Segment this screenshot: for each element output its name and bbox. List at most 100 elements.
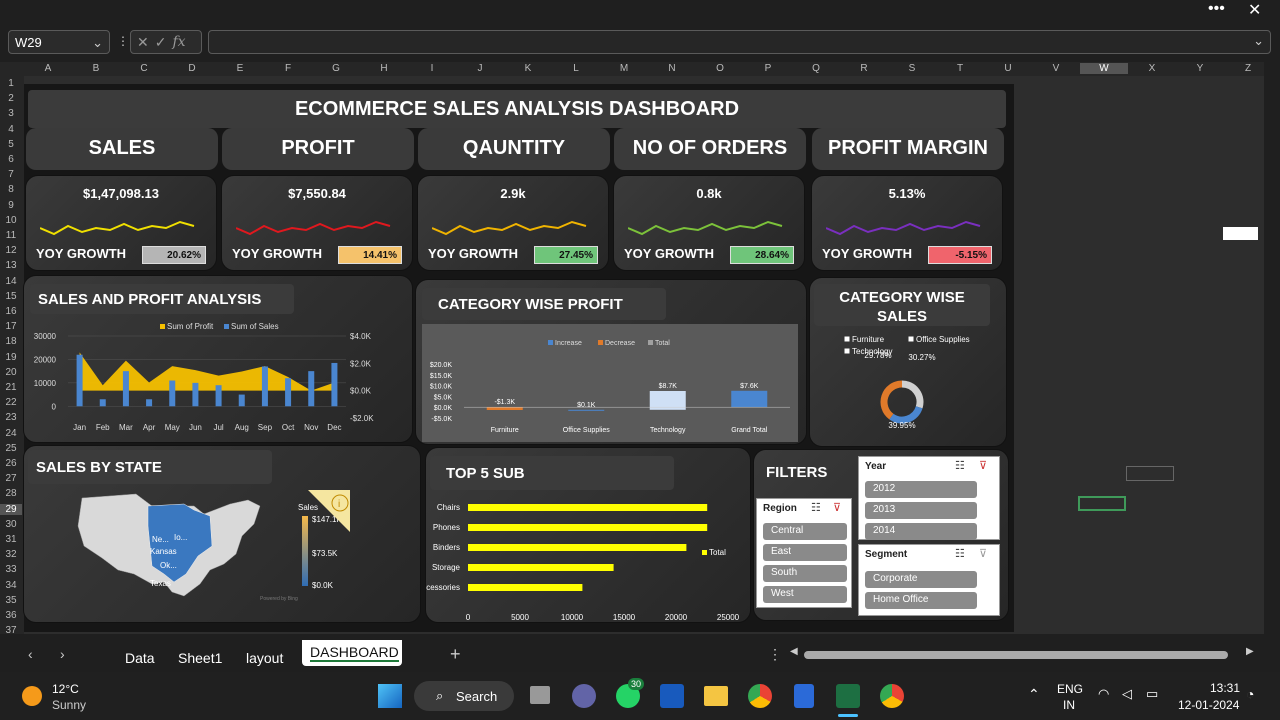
- windows-start-icon[interactable]: [378, 684, 402, 708]
- row-header[interactable]: 32: [0, 549, 22, 560]
- row-header[interactable]: 18: [0, 336, 22, 347]
- column-header[interactable]: L: [552, 63, 600, 74]
- row-header[interactable]: 33: [0, 564, 22, 575]
- row-header[interactable]: 31: [0, 534, 22, 545]
- slicer-item[interactable]: Central: [763, 523, 847, 540]
- year-slicer[interactable]: Year ☷ ⊽ 2012 2013 2014: [858, 456, 1000, 540]
- add-sheet-icon[interactable]: +: [450, 644, 461, 665]
- volume-icon[interactable]: ◁: [1122, 686, 1132, 702]
- row-header[interactable]: 12: [0, 245, 22, 256]
- column-header[interactable]: Y: [1176, 63, 1224, 74]
- sheet-tab-dashboard[interactable]: DASHBOARD: [302, 640, 402, 666]
- slicer-item[interactable]: 2014: [865, 523, 977, 540]
- column-header[interactable]: J: [456, 63, 504, 74]
- row-header[interactable]: 24: [0, 428, 22, 439]
- row-header[interactable]: 27: [0, 473, 22, 484]
- slicer-item[interactable]: 2012: [865, 481, 977, 498]
- prev-sheet-icon[interactable]: ‹: [28, 646, 33, 662]
- battery-icon[interactable]: ▭: [1146, 686, 1158, 702]
- phone-link-icon[interactable]: [794, 684, 814, 708]
- row-header[interactable]: 11: [0, 230, 22, 241]
- fx-icon[interactable]: fx: [172, 34, 185, 50]
- more-vertical-icon[interactable]: ⋮: [768, 646, 782, 663]
- sheet-tab-data[interactable]: Data: [125, 650, 155, 666]
- multiselect-icon[interactable]: ☷: [811, 501, 821, 514]
- column-header[interactable]: Q: [792, 63, 840, 74]
- row-header[interactable]: 2: [0, 93, 22, 104]
- row-header[interactable]: 29: [0, 503, 22, 515]
- multiselect-icon[interactable]: ☷: [955, 459, 965, 472]
- row-header[interactable]: 9: [0, 200, 22, 211]
- row-header[interactable]: 34: [0, 580, 22, 591]
- horizontal-scrollbar[interactable]: [804, 651, 1228, 659]
- row-header[interactable]: 36: [0, 610, 22, 621]
- row-header[interactable]: 19: [0, 352, 22, 363]
- column-header[interactable]: I: [408, 63, 456, 74]
- check-icon[interactable]: ✓: [155, 34, 167, 51]
- row-header[interactable]: 21: [0, 382, 22, 393]
- slicer-item[interactable]: Home Office: [865, 592, 977, 609]
- column-header[interactable]: S: [888, 63, 936, 74]
- column-header[interactable]: R: [840, 63, 888, 74]
- column-header[interactable]: V: [1032, 63, 1080, 74]
- column-header[interactable]: T: [936, 63, 984, 74]
- column-header[interactable]: P: [744, 63, 792, 74]
- scroll-right-icon[interactable]: ▶: [1246, 646, 1254, 657]
- column-header[interactable]: O: [696, 63, 744, 74]
- name-box[interactable]: W29 ⌄: [8, 30, 110, 54]
- column-header[interactable]: G: [312, 63, 360, 74]
- row-header[interactable]: 25: [0, 443, 22, 454]
- row-header[interactable]: 14: [0, 276, 22, 287]
- formula-input[interactable]: ⌄: [208, 30, 1271, 54]
- slicer-item[interactable]: West: [763, 586, 847, 603]
- column-header[interactable]: M: [600, 63, 648, 74]
- category-sales-chart[interactable]: Furniture Office SuppliesTechnology29.78%…: [810, 334, 1006, 444]
- more-options-icon[interactable]: •••: [1208, 0, 1225, 18]
- column-header[interactable]: D: [168, 63, 216, 74]
- more-vertical-icon[interactable]: ⋮: [117, 34, 129, 48]
- row-header[interactable]: 7: [0, 169, 22, 180]
- row-header[interactable]: 22: [0, 397, 22, 408]
- segment-slicer[interactable]: Segment ☷ ⊽ Corporate Home Office: [858, 544, 1000, 616]
- column-header[interactable]: H: [360, 63, 408, 74]
- weather-desc[interactable]: Sunny: [52, 698, 86, 712]
- row-header[interactable]: 5: [0, 139, 22, 150]
- chrome-profile-icon[interactable]: [880, 684, 904, 708]
- excel-icon[interactable]: [836, 684, 860, 708]
- sheet-tab-layout[interactable]: layout: [246, 650, 283, 666]
- row-header[interactable]: 8: [0, 184, 22, 195]
- scroll-left-icon[interactable]: ◀: [790, 646, 798, 657]
- category-profit-chart[interactable]: $20.0K $15.0K $10.0K $5.0K $0.0K -$5.0K Increa…: [422, 324, 798, 442]
- chevron-down-icon[interactable]: ⌄: [92, 35, 103, 51]
- row-header[interactable]: 26: [0, 458, 22, 469]
- clear-filter-icon[interactable]: ⊽: [979, 547, 987, 560]
- row-header[interactable]: 30: [0, 519, 22, 530]
- vertical-scrollbar[interactable]: [1264, 62, 1280, 640]
- row-header[interactable]: 16: [0, 306, 22, 317]
- expand-formula-icon[interactable]: ⌄: [1253, 33, 1264, 49]
- wifi-icon[interactable]: ◠: [1098, 686, 1109, 702]
- multiselect-icon[interactable]: ☷: [955, 547, 965, 560]
- column-header[interactable]: U: [984, 63, 1032, 74]
- column-header[interactable]: C: [120, 63, 168, 74]
- row-header[interactable]: 13: [0, 260, 22, 271]
- teams-icon[interactable]: [572, 684, 596, 708]
- row-header[interactable]: 28: [0, 488, 22, 499]
- sales-profit-chart[interactable]: 30000 20000 10000 0 $4.0K $2.0K $0.0K -$2.0K Jan…: [24, 276, 412, 442]
- row-header[interactable]: 23: [0, 412, 22, 423]
- clock-time[interactable]: 13:31: [1210, 681, 1240, 695]
- row-header[interactable]: 10: [0, 215, 22, 226]
- slicer-item[interactable]: 2013: [865, 502, 977, 519]
- selected-cell[interactable]: [1078, 496, 1126, 511]
- column-header[interactable]: X: [1128, 63, 1176, 74]
- column-header[interactable]: A: [24, 63, 72, 74]
- slicer-item[interactable]: South: [763, 565, 847, 582]
- row-header[interactable]: 6: [0, 154, 22, 165]
- clock-date[interactable]: 12-01-2024: [1178, 698, 1239, 712]
- row-header[interactable]: 20: [0, 367, 22, 378]
- top5-sub-chart[interactable]: Chairs Phones Binders Storage Accessories 0 50…: [426, 490, 750, 620]
- next-sheet-icon[interactable]: ›: [60, 646, 65, 662]
- row-header[interactable]: 35: [0, 595, 22, 606]
- chrome-icon[interactable]: [748, 684, 772, 708]
- clear-filter-icon[interactable]: ⊽: [979, 459, 987, 472]
